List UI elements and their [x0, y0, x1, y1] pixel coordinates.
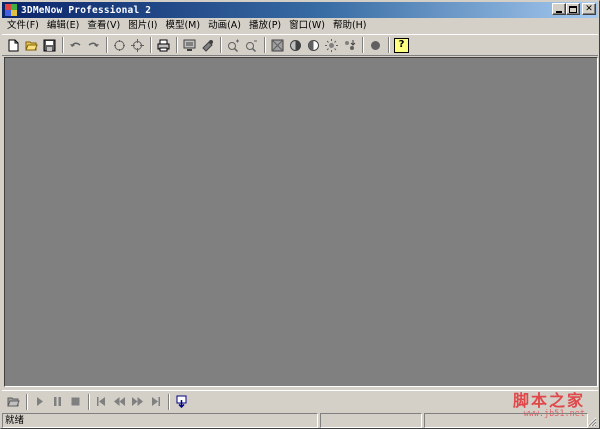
play-icon [37, 397, 43, 406]
open-button[interactable] [23, 37, 40, 54]
stop-button[interactable] [67, 393, 84, 410]
menu-edit[interactable]: 编辑(E) [43, 18, 83, 33]
toolbar-separator [26, 393, 28, 410]
minimize-icon [556, 10, 562, 13]
menu-model[interactable]: 模型(M) [161, 18, 204, 33]
open-folder-icon [25, 41, 38, 50]
fast-forward-icon [132, 397, 143, 406]
playback-toolbar [2, 390, 598, 412]
half-shade-button[interactable] [305, 37, 322, 54]
status-pane-2 [320, 413, 422, 428]
help-icon: ? [394, 37, 409, 53]
minimize-button[interactable] [552, 3, 566, 15]
crosshair-icon [131, 38, 144, 52]
toolbar-separator [88, 393, 90, 410]
monitor-icon [183, 39, 196, 51]
menu-picture[interactable]: 图片(I) [124, 18, 161, 33]
texture-icon [271, 39, 284, 51]
light-button[interactable] [323, 37, 340, 54]
light-icon [325, 38, 338, 52]
toolbar-separator [150, 37, 152, 53]
zoom-out-icon [246, 40, 257, 52]
texture-button[interactable] [269, 37, 286, 54]
new-file-icon [8, 39, 19, 51]
toolbar-separator [362, 37, 364, 53]
maximize-button[interactable] [566, 3, 580, 15]
close-button[interactable]: ✕ [582, 3, 596, 15]
toolbar-separator [388, 37, 390, 53]
menu-help[interactable]: 帮助(H) [329, 18, 371, 33]
print-icon [157, 39, 170, 51]
undo-icon [70, 42, 81, 47]
zoom-in-icon [228, 39, 239, 52]
undo-button[interactable] [67, 37, 84, 54]
rotate-icon [114, 39, 125, 51]
redo-button[interactable] [85, 37, 102, 54]
toolbar-separator [168, 393, 170, 410]
camera-button[interactable] [199, 37, 216, 54]
toolbar-separator [106, 37, 108, 53]
save-button[interactable] [41, 37, 58, 54]
shading-button[interactable] [287, 37, 304, 54]
status-text: 就绪 [2, 413, 318, 428]
display-button[interactable] [181, 37, 198, 54]
pan-button[interactable] [129, 37, 146, 54]
app-icon[interactable] [4, 3, 18, 17]
rewind-icon [114, 397, 125, 406]
fast-forward-button[interactable] [129, 393, 146, 410]
pause-button[interactable] [49, 393, 66, 410]
zoom-in-button[interactable] [225, 37, 242, 54]
menu-view[interactable]: 查看(V) [83, 18, 124, 33]
close-icon: ✕ [585, 3, 593, 14]
maximize-icon [569, 5, 577, 13]
open-animation-button[interactable] [5, 393, 22, 410]
export-button[interactable] [173, 393, 190, 410]
menu-play[interactable]: 播放(P) [245, 18, 285, 33]
title-bar[interactable]: 3DMeNow Professional 2 ✕ [2, 2, 598, 18]
save-icon [43, 39, 56, 51]
main-toolbar: ? [2, 34, 598, 56]
shading-icon [290, 39, 301, 51]
toolbar-separator [176, 37, 178, 53]
help-button[interactable]: ? [393, 37, 410, 54]
last-frame-button[interactable] [147, 393, 164, 410]
3d-viewport[interactable] [4, 57, 598, 387]
rotate-button[interactable] [111, 37, 128, 54]
status-bar: 就绪 [2, 413, 598, 428]
toolbar-separator [62, 37, 64, 53]
first-frame-icon [97, 397, 105, 406]
app-window: 3DMeNow Professional 2 ✕ 文件(F) 编辑(E) 查看(… [0, 0, 600, 429]
toolbar-separator [264, 37, 266, 53]
print-button[interactable] [155, 37, 172, 54]
status-pane-3 [424, 413, 588, 428]
watermark-text: 脚本之家 [512, 391, 585, 410]
menu-window[interactable]: 窗口(W) [285, 18, 329, 33]
record-icon [371, 40, 380, 50]
menu-file[interactable]: 文件(F) [2, 18, 43, 33]
new-file-button[interactable] [5, 37, 22, 54]
record-button[interactable] [367, 37, 384, 54]
stop-icon [71, 397, 80, 406]
toolbar-separator [220, 37, 222, 53]
camera-icon [202, 39, 213, 52]
menu-animation[interactable]: 动画(A) [204, 18, 245, 33]
menu-bar: 文件(F) 编辑(E) 查看(V) 图片(I) 模型(M) 动画(A) 播放(P… [2, 18, 598, 33]
pause-icon [54, 397, 61, 406]
rewind-button[interactable] [111, 393, 128, 410]
zoom-out-button[interactable] [243, 37, 260, 54]
open-folder-icon [7, 397, 20, 407]
redo-icon [88, 42, 99, 47]
resize-grip-icon[interactable] [587, 417, 597, 427]
morph-button[interactable] [341, 37, 358, 54]
play-button[interactable] [31, 393, 48, 410]
last-frame-icon [152, 397, 160, 406]
window-title: 3DMeNow Professional 2 [21, 4, 152, 16]
first-frame-button[interactable] [93, 393, 110, 410]
export-icon [176, 395, 187, 408]
half-circle-icon [308, 39, 319, 51]
morph-icon [345, 39, 356, 50]
